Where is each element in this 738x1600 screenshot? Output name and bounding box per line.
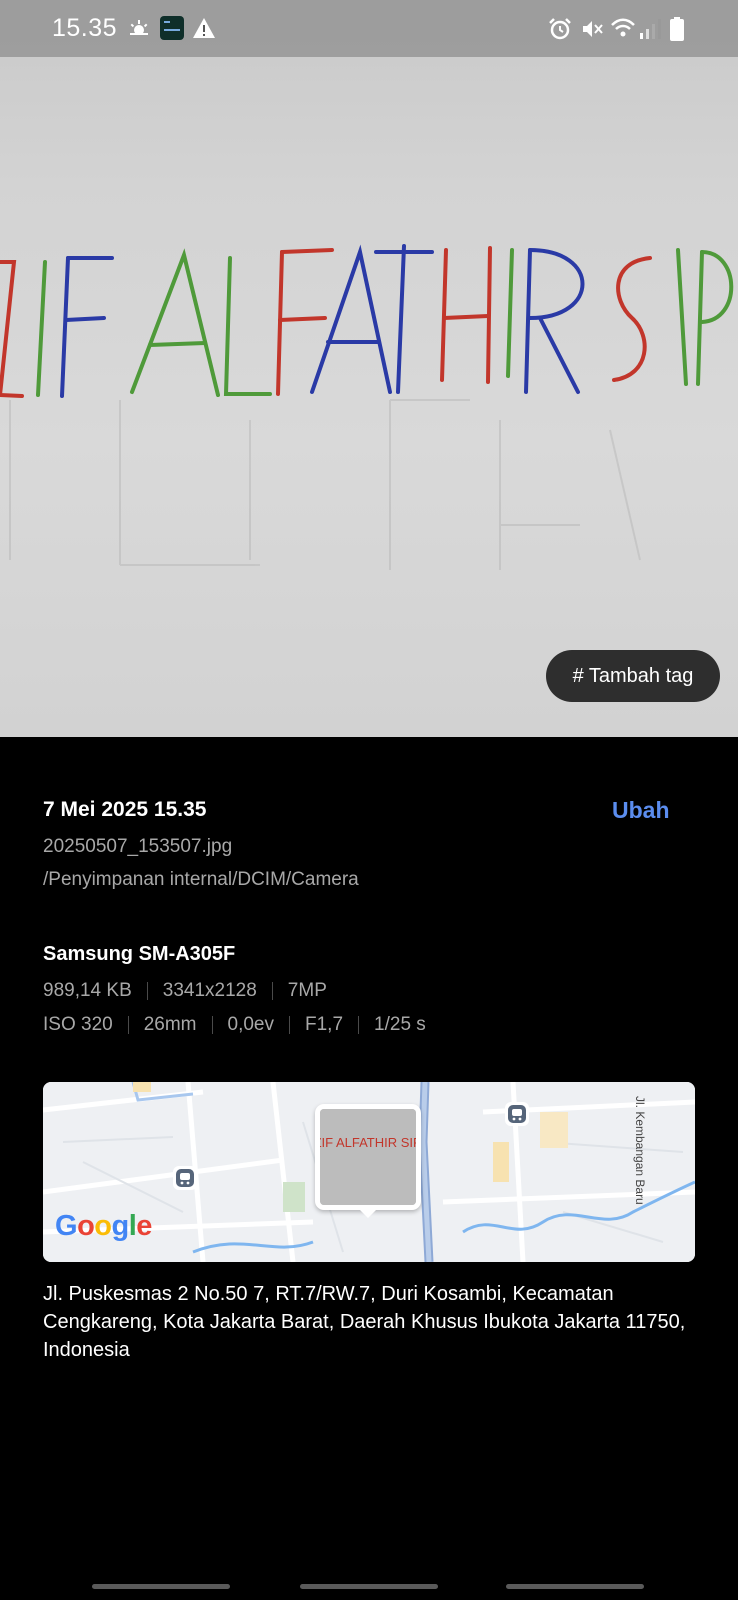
pin-pointer (358, 1208, 378, 1218)
camera-device: Samsung SM-A305F (43, 943, 236, 965)
mute-icon (580, 17, 604, 46)
photo-details-screen: # Tambah tag 15.35 7 Mei 2025 15.35 Ubah… (0, 0, 738, 1600)
iso: ISO 320 (43, 1014, 113, 1035)
divider (271, 982, 273, 1000)
location-map[interactable]: Jl. Kembangan Baru ZIF ALFATHIR SIR Goog… (43, 1082, 695, 1262)
file-specs: 989,14 KB 3341x2128 7MP (43, 980, 327, 1002)
status-time: 15.35 (52, 14, 118, 42)
photo-preview[interactable]: # Tambah tag (0, 0, 738, 737)
divider (127, 1016, 129, 1034)
divider (289, 1016, 290, 1034)
whiteboard-photo (0, 244, 734, 570)
tag-button-label: # Tambah tag (572, 664, 694, 687)
megapixels: 7MP (287, 980, 327, 1001)
back-button[interactable] (506, 1584, 644, 1589)
google-logo: Google (55, 1210, 152, 1243)
focal-length: 26mm (143, 1014, 197, 1035)
photo-date: 7 Mei 2025 15.35 (43, 798, 207, 821)
google-logo-letter: l (128, 1210, 137, 1242)
thumbnail-text: ZIF ALFATHIR SIR (320, 1135, 416, 1150)
file-path: /Penyimpanan internal/DCIM/Camera (43, 869, 359, 890)
file-size: 989,14 KB (43, 980, 132, 1001)
google-logo-letter: e (136, 1210, 152, 1242)
home-button[interactable] (300, 1584, 438, 1589)
signal-icon (640, 19, 662, 44)
weather-sunrise-icon (128, 18, 150, 43)
file-name: 20250507_153507.jpg (43, 836, 233, 857)
divider (146, 982, 148, 1000)
google-logo-letter: o (77, 1210, 95, 1242)
status-bar: 15.35 (0, 0, 738, 57)
resolution: 3341x2128 (162, 980, 257, 1001)
shutter-speed: 1/25 s (374, 1014, 426, 1035)
divider (211, 1016, 213, 1034)
alarm-icon (548, 17, 572, 46)
divider (358, 1016, 360, 1034)
location-photo-pin[interactable]: ZIF ALFATHIR SIR (315, 1104, 421, 1218)
google-logo-letter: G (55, 1210, 78, 1242)
location-address: Jl. Puskesmas 2 No.50 7, RT.7/RW.7, Duri… (43, 1283, 686, 1361)
street-label: Jl. Kembangan Baru (633, 1096, 647, 1205)
aperture: F1,7 (305, 1014, 344, 1035)
warning-icon (192, 17, 216, 44)
app-notification-icon (160, 16, 184, 45)
google-logo-letter: g (111, 1210, 130, 1242)
recents-button[interactable] (92, 1584, 230, 1589)
google-logo-letter: o (94, 1210, 112, 1242)
edit-button[interactable]: Ubah (612, 797, 670, 824)
add-tag-button[interactable]: # Tambah tag (546, 650, 720, 702)
wifi-icon (610, 17, 636, 46)
navigation-bar (0, 1576, 738, 1600)
exposure-value: 0,0ev (227, 1014, 274, 1035)
camera-specs: ISO 320 26mm 0,0ev F1,7 1/25 s (43, 1014, 426, 1036)
battery-icon (670, 17, 684, 46)
pin-photo-thumbnail: ZIF ALFATHIR SIR (320, 1109, 416, 1205)
